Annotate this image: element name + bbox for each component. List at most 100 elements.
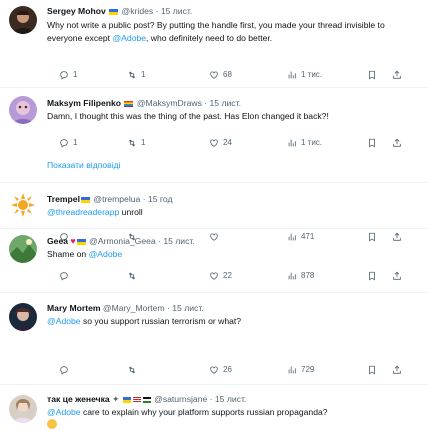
author-name[interactable]: Trempel [47, 194, 80, 204]
tweet[interactable]: Geea ♥ @Armonia_Geea · 15 лист. Shame on… [0, 235, 428, 293]
timestamp[interactable]: 15 лист. [210, 98, 241, 108]
author-name[interactable]: Sergey Mohov [47, 6, 106, 16]
bookmark-button[interactable] [367, 68, 377, 82]
reply-icon [60, 366, 68, 375]
like-button[interactable]: 22 [209, 269, 232, 283]
views-button[interactable]: 878 [287, 269, 314, 283]
reply-button[interactable]: 1 [59, 136, 77, 150]
view-count: 878 [301, 271, 315, 280]
share-button[interactable] [392, 363, 402, 377]
share-button[interactable] [392, 269, 402, 283]
tweet-text: Damn, I thought this was the thing of th… [47, 111, 329, 121]
reply-count: 1 [73, 138, 78, 147]
avatar[interactable] [9, 96, 37, 124]
avatar[interactable] [9, 235, 37, 263]
author-handle[interactable]: @Mary_Mortem [103, 303, 165, 313]
share-icon [393, 365, 401, 374]
views-button[interactable]: 1 тис. [287, 136, 322, 150]
author-handle[interactable]: @trempelua [93, 194, 140, 204]
view-count: 1 тис. [301, 70, 323, 79]
retweet-count: 1 [141, 138, 146, 147]
retweet-button[interactable] [127, 269, 137, 283]
tweet-text: Why not write a public post? By putting … [47, 19, 408, 44]
ukraine-flag-icon [109, 8, 119, 15]
views-button[interactable]: 1 тис. [287, 68, 322, 82]
tweet-text: Shame on @Adobe [47, 248, 408, 261]
author-handle[interactable]: @saturnsjane [154, 394, 207, 404]
tweet[interactable]: Trempel @trempelua · 15 год @threadreade… [0, 183, 428, 242]
avatar[interactable] [9, 303, 37, 331]
author-handle[interactable]: @krides [122, 6, 154, 16]
author-name[interactable]: Mary Mortem [47, 303, 100, 313]
view-count: 1 тис. [301, 138, 323, 147]
reply-icon [60, 139, 68, 148]
reply-icon [60, 272, 68, 281]
us-flag-icon [132, 396, 141, 403]
author-handle[interactable]: @MaksymDraws [137, 98, 202, 108]
like-button[interactable]: 68 [209, 68, 232, 82]
palestine-flag-icon [142, 396, 151, 403]
timestamp[interactable]: 15 лист. [161, 6, 192, 16]
author-name[interactable]: Geea [47, 236, 68, 246]
retweet-button[interactable] [127, 363, 137, 377]
share-button[interactable] [392, 68, 402, 82]
tweet[interactable]: Sergey Mohov @krides · 15 лист. Why not … [0, 0, 428, 88]
reply-button[interactable] [59, 269, 69, 283]
tweet-header: так це женечка ✦ @saturnsjane · 15 лист. [47, 393, 420, 405]
retweet-icon [128, 366, 136, 374]
author-name[interactable]: Maksym Filipenko [47, 98, 121, 108]
text-part: unroll [119, 207, 143, 217]
like-button[interactable]: 26 [209, 363, 232, 377]
reply-button[interactable]: 1 [59, 68, 77, 82]
bookmark-icon [369, 70, 375, 80]
mention-link[interactable]: @threadreaderapp [47, 207, 119, 217]
retweet-button[interactable]: 1 [127, 136, 145, 150]
sparkle-icon: ✦ [112, 394, 120, 404]
avatar[interactable] [9, 191, 37, 219]
reply-feed: Sergey Mohov @krides · 15 лист. Why not … [0, 0, 428, 442]
reply-count: 1 [73, 70, 78, 79]
bookmark-button[interactable] [367, 269, 377, 283]
text-part: care to explain why your platform suppor… [80, 407, 328, 417]
separator-dot: · [209, 394, 213, 404]
retweet-button[interactable]: 1 [127, 68, 145, 82]
action-bar: 1 1 24 1 тис. [47, 136, 420, 150]
mention-link[interactable]: @Adobe [89, 249, 123, 259]
timestamp[interactable]: 15 лист. [215, 394, 246, 404]
separator-dot: · [142, 194, 146, 204]
tweet[interactable]: Mary Mortem @Mary_Mortem · 15 лист. @Ado… [0, 293, 428, 385]
mention-link[interactable]: @Adobe [112, 33, 146, 43]
share-button[interactable] [392, 136, 402, 150]
bookmark-button[interactable] [367, 136, 377, 150]
text-part: so you support russian terrorism or what… [80, 316, 242, 326]
timestamp[interactable]: 15 лист. [172, 303, 203, 313]
mention-link[interactable]: @Adobe [47, 407, 81, 417]
tweet-header: Trempel @trempelua · 15 год [47, 193, 420, 205]
like-count: 26 [223, 365, 232, 374]
mention-link[interactable]: @Adobe [47, 316, 81, 326]
reply-button[interactable] [59, 363, 69, 377]
separator-dot: · [155, 6, 159, 16]
like-button[interactable]: 24 [209, 136, 232, 150]
tweet[interactable]: так це женечка ✦ @saturnsjane · 15 лист.… [0, 385, 428, 442]
tweet[interactable]: Maksym Filipenko @MaksymDraws · 15 лист.… [0, 88, 428, 152]
heart-icon [210, 71, 218, 79]
tweet-text: @threadreaderapp unroll [47, 206, 408, 219]
bookmark-button[interactable] [367, 363, 377, 377]
action-bar: 26 729 [47, 363, 420, 377]
author-name[interactable]: так це женечка [47, 394, 110, 404]
show-replies-link[interactable]: Показати відповіді [47, 160, 121, 170]
heart-icon [210, 139, 218, 147]
avatar[interactable] [9, 6, 37, 34]
heart-icon [210, 272, 218, 280]
retweet-icon [128, 139, 136, 147]
views-icon [288, 139, 296, 147]
views-button[interactable]: 729 [287, 363, 314, 377]
rainbow-flag-icon [124, 100, 134, 107]
avatar[interactable] [9, 395, 37, 423]
author-handle[interactable]: @Armonia_Geea [89, 236, 156, 246]
timestamp[interactable]: 15 лист. [163, 236, 194, 246]
timestamp[interactable]: 15 год [148, 194, 173, 204]
views-icon [288, 272, 296, 280]
action-bar: 22 878 [47, 269, 420, 283]
